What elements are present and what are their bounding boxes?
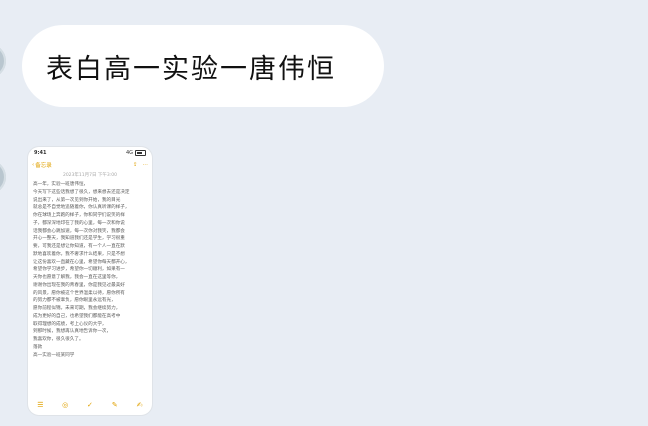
note-date: 2023年11月7日 下午3:00 [62, 173, 118, 178]
status-bar: 9:41 4G [28, 147, 152, 159]
camera-icon: ◎ [62, 401, 69, 409]
chevron-left-icon: ‹ [32, 162, 35, 168]
message-bubble[interactable]: 表白高一实验一唐伟恒 [22, 25, 384, 107]
list-icon: ☰ [37, 401, 44, 409]
battery-icon [135, 150, 146, 156]
note-line: 让这份喜欢一直藏在心里，希望你每天都开心， [33, 259, 130, 265]
note-line: 开心一整天，我知道我们还是学生，学习很重 [33, 236, 125, 242]
note-line: 的风景，愿你被这个世界温柔以待，愿你所有 [33, 290, 125, 296]
share-icon: ⇪ [132, 162, 138, 168]
note-line: 愿你前程似锦，未来可期，我会继续努力， [33, 306, 121, 311]
note-line: 话我都会心跳加速，每一次你对我笑，我都会 [33, 228, 125, 234]
checklist-icon: ✓ [87, 401, 93, 409]
compose-icon: ✍ [136, 401, 143, 409]
note-line: 落款 [33, 344, 43, 350]
notes-nav-bar: ‹ 备忘录 ⇪ ⋯ [28, 159, 152, 171]
status-time: 9:41 [34, 150, 47, 156]
image-message[interactable]: 9:41 4G ‹ 备忘录 ⇪ ⋯ 2023年11月7日 下午3:00 高一年，… [28, 147, 152, 415]
signal-label: 4G [125, 150, 133, 156]
note-line: 今天写下这些话我想了很久，想来想去还是决定 [33, 189, 130, 195]
note-line: 谢谢你出现在我的青春里，你是我见过最美好 [33, 282, 125, 288]
draw-icon: ✎ [111, 401, 118, 409]
note-line: 你在球场上奔跑的样子，你和同学们说笑的样 [33, 213, 125, 218]
note-line: 子，都深深地印在了我的心里，每一次和你说 [33, 220, 125, 226]
note-line: 取得理想的成绩，考上心仪的大学， [33, 321, 107, 327]
notes-toolbar: ☰ ◎ ✓ ✎ ✍ [28, 401, 152, 409]
note-line: 默地喜欢着你，我不奢求什么结果，只是不想 [33, 251, 125, 257]
note-line: 的努力都不被辜负，愿你眼里永远有光， [33, 298, 116, 304]
note-line: 到那时候，我想再认真地告诉你一次， [33, 329, 112, 335]
note-line: 我喜欢你，很久很久了。 [33, 337, 84, 342]
note-line: 天你也愿意了解我，我会一直在这里等你， [33, 275, 121, 280]
note-line: 要，可我还是想让你知道，有一个人一直在默 [33, 244, 125, 249]
more-icon: ⋯ [142, 162, 149, 168]
note-line: 高一实验一班某同学 [33, 352, 75, 358]
sender-avatar[interactable] [0, 44, 6, 78]
note-line: 成为更好的自己，也希望我们都能在高考中 [33, 313, 121, 319]
back-label: 备忘录 [35, 163, 52, 169]
note-line: 说出来了，从第一次见到你开始，我的目光 [33, 197, 121, 203]
note-line: 就总是不自觉地追随着你，你认真听课的样子， [33, 205, 130, 211]
sender-avatar[interactable] [0, 160, 6, 194]
note-body: 高一年，实验一班唐伟恒， 今天写下这些话我想了很久，想来想去还是决定 说出来了，从第… [28, 181, 152, 359]
note-line: 高一年，实验一班唐伟恒， [33, 182, 89, 187]
message-text: 表白高一实验一唐伟恒 [46, 53, 336, 85]
note-line: 希望你学习进步，希望你一切顺利，如果有一 [33, 267, 125, 273]
